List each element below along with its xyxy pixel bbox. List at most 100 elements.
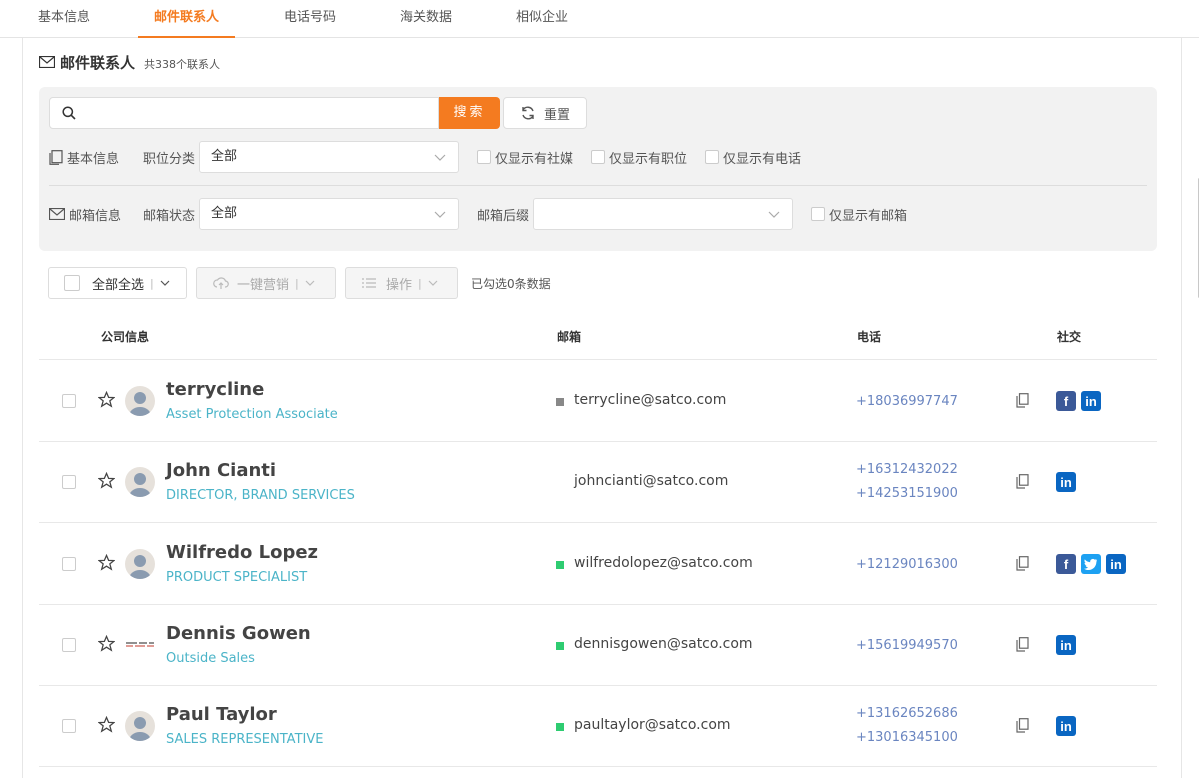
only-phone-checkbox[interactable]: 仅显示有电话 — [705, 148, 801, 167]
email-status-value: 全部 — [211, 206, 238, 221]
row-checkbox[interactable] — [62, 475, 76, 489]
only-phone-label: 仅显示有电话 — [723, 151, 802, 167]
contact-title: Outside Sales — [166, 651, 255, 666]
filter-panel: 搜索 重置 基本信息 职位分类 全部 仅显示有社媒 仅显示有职位 仅显示有电话 — [39, 87, 1157, 251]
only-position-label: 仅显示有职位 — [609, 151, 688, 167]
facebook-icon[interactable]: f — [1056, 391, 1076, 411]
contact-phone[interactable]: +16312432022 — [856, 462, 958, 477]
contact-phone[interactable]: +18036997747 — [856, 394, 958, 409]
linkedin-icon[interactable]: in — [1056, 635, 1076, 655]
contact-title: DIRECTOR, BRAND SERVICES — [166, 488, 355, 503]
star-icon[interactable] — [98, 391, 115, 408]
search-input[interactable] — [49, 97, 439, 129]
contact-email[interactable]: terrycline@satco.com — [574, 392, 726, 408]
only-email-label: 仅显示有邮箱 — [829, 208, 908, 224]
table-row[interactable]: John Cianti DIRECTOR, BRAND SERVICES joh… — [39, 442, 1157, 523]
col-email: 邮箱 — [557, 330, 582, 344]
selected-count: 已勾选0条数据 — [471, 277, 551, 291]
search-button[interactable]: 搜索 — [439, 97, 500, 129]
tab-phone-numbers[interactable]: 电话号码 — [268, 0, 352, 38]
star-icon[interactable] — [98, 635, 115, 652]
contact-count: 共338个联系人 — [144, 58, 221, 71]
contact-email[interactable]: paultaylor@satco.com — [574, 717, 731, 733]
row-checkbox[interactable] — [62, 557, 76, 571]
basic-info-filter-row: 基本信息 职位分类 全部 仅显示有社媒 仅显示有职位 仅显示有电话 — [49, 141, 801, 173]
linkedin-icon[interactable]: in — [1056, 716, 1076, 736]
contact-email[interactable]: johncianti@satco.com — [574, 473, 728, 489]
email-status-indicator — [556, 561, 564, 569]
copy-icon[interactable] — [1016, 556, 1029, 571]
email-status-indicator — [556, 642, 564, 650]
tab-similar-companies[interactable]: 相似企业 — [500, 0, 584, 38]
reset-button[interactable]: 重置 — [503, 97, 587, 129]
copy-icon[interactable] — [1016, 718, 1029, 733]
cloud-upload-icon — [213, 277, 229, 289]
facebook-icon[interactable]: f — [1056, 554, 1076, 574]
star-icon[interactable] — [98, 554, 115, 571]
basic-info-group-label: 基本信息 — [67, 151, 120, 167]
row-checkbox[interactable] — [62, 394, 76, 408]
chevron-down-icon — [434, 154, 446, 161]
copy-icon[interactable] — [1016, 474, 1029, 489]
tab-customs-data[interactable]: 海关数据 — [384, 0, 468, 38]
select-all-label: 全部全选 — [92, 277, 145, 293]
table-row[interactable]: Dennis Gowen Outside Sales dennisgowen@s… — [39, 605, 1157, 686]
tab-email-contacts[interactable]: 邮件联系人 — [138, 0, 235, 38]
col-company: 公司信息 — [101, 330, 150, 344]
copy-icon[interactable] — [1016, 637, 1029, 652]
col-social: 社交 — [1057, 330, 1082, 344]
select-all-dropdown[interactable]: 全部全选 | — [48, 267, 187, 299]
email-status-indicator — [556, 723, 564, 731]
contact-name[interactable]: terrycline — [166, 379, 264, 400]
copy-icon[interactable] — [1016, 393, 1029, 408]
position-select[interactable]: 全部 — [199, 141, 460, 173]
only-position-checkbox[interactable]: 仅显示有职位 — [591, 148, 687, 167]
contact-phone[interactable]: +13016345100 — [856, 730, 958, 745]
star-icon[interactable] — [98, 716, 115, 733]
position-value: 全部 — [211, 149, 238, 164]
email-status-indicator — [556, 398, 564, 406]
contact-email[interactable]: wilfredolopez@satco.com — [574, 555, 753, 571]
table-row[interactable]: Paul Taylor SALES REPRESENTATIVE paultay… — [39, 686, 1157, 767]
contact-name[interactable]: Paul Taylor — [166, 704, 277, 725]
social-links: in — [1056, 716, 1076, 736]
contact-phone[interactable]: +14253151900 — [856, 486, 958, 501]
email-suffix-label: 邮箱后缀 — [477, 208, 530, 224]
mail-icon — [49, 208, 65, 220]
contact-name[interactable]: Dennis Gowen — [166, 623, 311, 644]
linkedin-icon[interactable]: in — [1106, 554, 1126, 574]
linkedin-icon[interactable]: in — [1081, 391, 1101, 411]
email-status-select[interactable]: 全部 — [199, 198, 460, 230]
contact-phone[interactable]: +15619949570 — [856, 638, 958, 653]
contact-phone[interactable]: +13162652686 — [856, 706, 958, 721]
only-email-checkbox[interactable]: 仅显示有邮箱 — [811, 205, 907, 224]
position-label: 职位分类 — [143, 151, 196, 167]
linkedin-icon[interactable]: in — [1056, 472, 1076, 492]
tab-basic-info[interactable]: 基本信息 — [22, 0, 106, 38]
chevron-down-icon — [434, 211, 446, 218]
chevron-down-icon — [160, 280, 170, 286]
table-row[interactable]: Wilfredo Lopez PRODUCT SPECIALIST wilfre… — [39, 524, 1157, 605]
email-info-group-label: 邮箱信息 — [69, 208, 122, 224]
contact-phone[interactable]: +12129016300 — [856, 557, 958, 572]
tab-bar: 基本信息 邮件联系人 电话号码 海关数据 相似企业 — [0, 0, 1199, 38]
social-links: f in — [1056, 554, 1126, 574]
marketing-button[interactable]: 一键营销 | — [196, 267, 336, 299]
only-social-checkbox[interactable]: 仅显示有社媒 — [477, 148, 573, 167]
operations-button[interactable]: 操作 | — [345, 267, 458, 299]
contact-title: Asset Protection Associate — [166, 407, 338, 422]
email-status-label: 邮箱状态 — [143, 208, 196, 224]
contact-name[interactable]: John Cianti — [166, 460, 276, 481]
table-row[interactable]: terrycline Asset Protection Associate te… — [39, 361, 1157, 442]
row-checkbox[interactable] — [62, 719, 76, 733]
contact-email[interactable]: dennisgowen@satco.com — [574, 636, 753, 652]
row-checkbox[interactable] — [62, 638, 76, 652]
marketing-label: 一键营销 — [237, 277, 290, 293]
search-icon — [62, 106, 76, 120]
select-all-checkbox[interactable] — [64, 275, 80, 291]
contact-title: PRODUCT SPECIALIST — [166, 570, 308, 585]
contact-name[interactable]: Wilfredo Lopez — [166, 542, 318, 563]
twitter-icon[interactable] — [1081, 554, 1101, 574]
email-suffix-select[interactable] — [533, 198, 794, 230]
star-icon[interactable] — [98, 472, 115, 489]
